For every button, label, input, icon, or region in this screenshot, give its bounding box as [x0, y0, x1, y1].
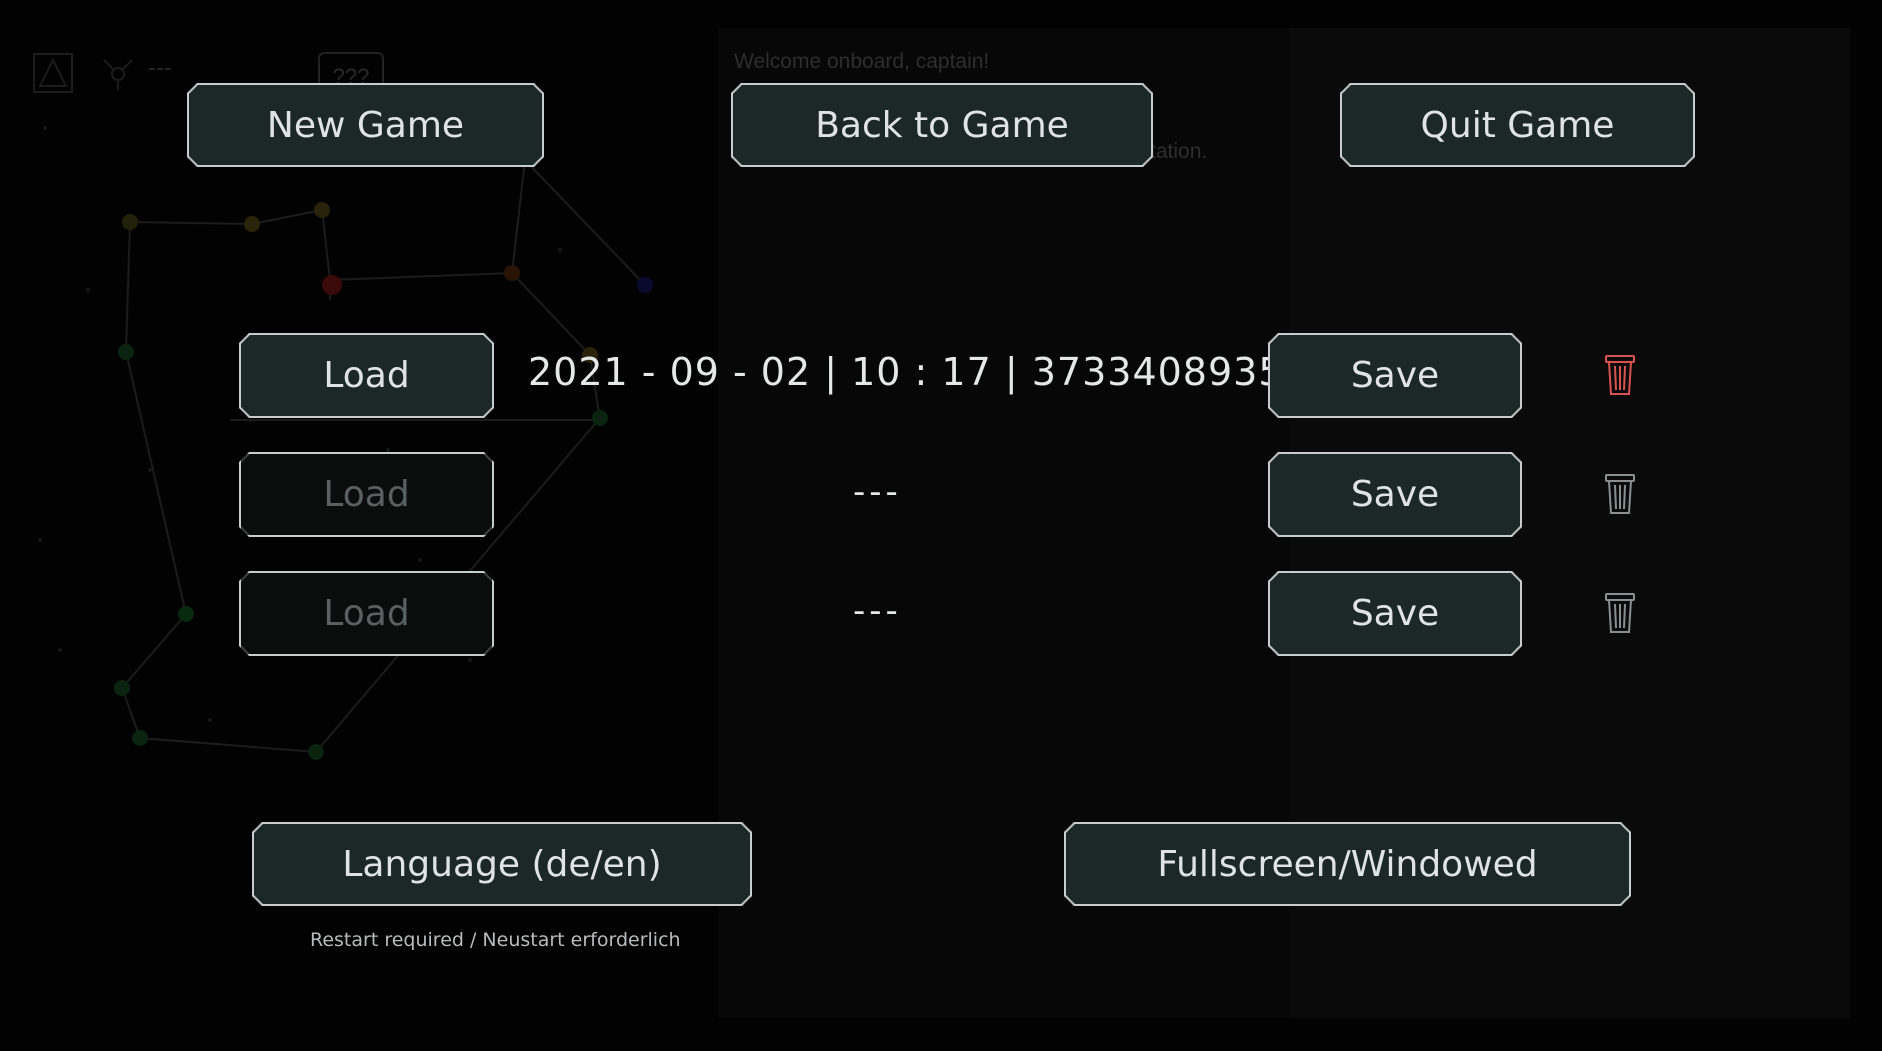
save-slot-1-info: 2021 - 09 - 02 | 10 : 17 | 3733408935 [528, 350, 1284, 394]
load-slot-2-button[interactable]: Load [239, 452, 494, 537]
load-slot-2-label: Load [323, 474, 410, 515]
game-screen: --- ??? Welcome onboard, captain! tation… [0, 0, 1882, 1051]
load-slot-1-button[interactable]: Load [239, 333, 494, 418]
save-slot-2-info: --- [853, 472, 902, 512]
back-to-game-label: Back to Game [815, 104, 1069, 146]
load-slot-3-label: Load [323, 593, 410, 634]
language-button[interactable]: Language (de/en) [252, 822, 752, 906]
save-slot-3-info: --- [853, 591, 902, 631]
language-label: Language (de/en) [342, 843, 662, 885]
save-slot-2-label: Save [1350, 474, 1440, 515]
load-slot-3-button[interactable]: Load [239, 571, 494, 656]
restart-hint: Restart required / Neustart erforderlich [310, 929, 681, 951]
new-game-label: New Game [266, 104, 465, 146]
pause-menu: New Game Back to Game Quit Game Load 202… [0, 0, 1882, 1051]
save-slot-2-button[interactable]: Save [1268, 452, 1522, 537]
fullscreen-toggle-button[interactable]: Fullscreen/Windowed [1064, 822, 1631, 906]
quit-game-button[interactable]: Quit Game [1340, 83, 1695, 167]
new-game-button[interactable]: New Game [187, 83, 544, 167]
quit-game-label: Quit Game [1420, 104, 1615, 146]
save-slot-3-label: Save [1350, 593, 1440, 634]
back-to-game-button[interactable]: Back to Game [731, 83, 1153, 167]
fullscreen-label: Fullscreen/Windowed [1157, 843, 1538, 885]
trash-icon[interactable] [1603, 353, 1637, 397]
load-slot-1-label: Load [323, 355, 410, 396]
trash-icon[interactable] [1603, 591, 1637, 635]
save-slot-1-button[interactable]: Save [1268, 333, 1522, 418]
save-slot-3-button[interactable]: Save [1268, 571, 1522, 656]
trash-icon[interactable] [1603, 472, 1637, 516]
save-slot-1-label: Save [1350, 355, 1440, 396]
